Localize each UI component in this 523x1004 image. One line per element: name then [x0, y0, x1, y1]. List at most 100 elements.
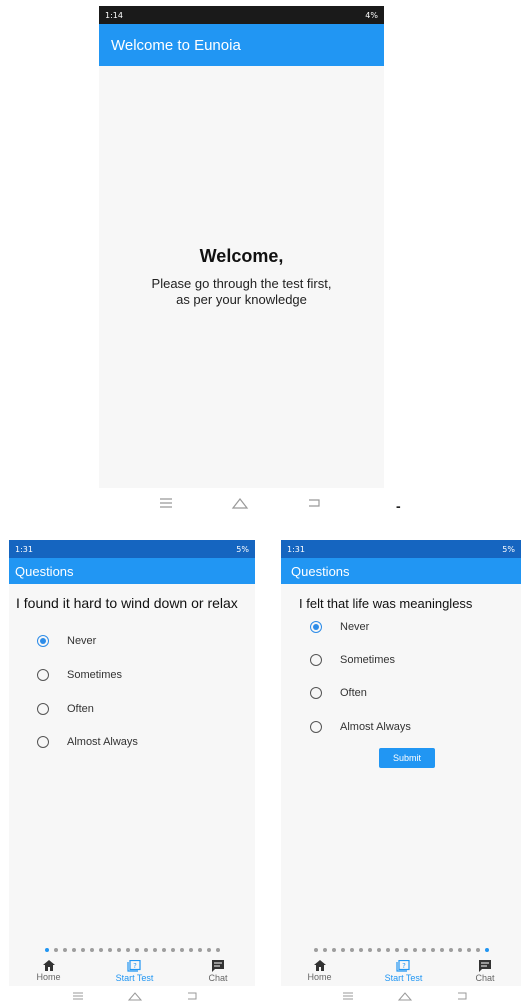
chat-icon — [478, 959, 491, 972]
status-time: 1:31 — [287, 544, 305, 554]
welcome-heading: Welcome, — [199, 246, 284, 266]
question-text: I found it hard to wind down or relax — [16, 595, 238, 611]
status-bar: 1:14 4% — [99, 6, 384, 24]
tab-chat[interactable]: Chat — [208, 959, 227, 983]
home-nav-icon[interactable] — [397, 991, 413, 1001]
home-icon — [313, 960, 326, 971]
option-never[interactable]: Never — [310, 621, 369, 633]
option-often[interactable]: Often — [310, 687, 367, 699]
back-icon[interactable] — [307, 498, 321, 508]
battery-level: 5% — [502, 544, 515, 554]
page-dot — [313, 948, 318, 952]
system-nav-bar — [320, 988, 490, 1004]
question-screen-1: 1:31 5% Questions I found it hard to win… — [9, 540, 255, 986]
option-label: Almost Always — [340, 721, 411, 733]
bottom-tab-bar: Home ? Start Test Chat — [281, 956, 521, 986]
tab-start-test[interactable]: ? Start Test — [384, 959, 423, 983]
app-title: Welcome to Eunoia — [111, 36, 241, 54]
back-icon[interactable] — [456, 992, 468, 1000]
option-almost-always[interactable]: Almost Always — [310, 721, 411, 733]
question-text: I felt that life was meaningless — [299, 596, 473, 611]
tab-label: Start Test — [384, 972, 423, 983]
tab-start-test[interactable]: ? Start Test — [115, 959, 154, 983]
tab-chat[interactable]: Chat — [475, 959, 494, 983]
page-dot — [457, 948, 462, 952]
option-label: Never — [340, 621, 370, 633]
page-dot — [430, 948, 435, 952]
app-title: Questions — [291, 563, 350, 579]
radio-never[interactable] — [37, 635, 49, 647]
page-dot — [376, 948, 381, 952]
radio-almost-always[interactable] — [310, 721, 322, 733]
radio-often[interactable] — [310, 687, 322, 699]
menu-icon[interactable] — [72, 992, 84, 1000]
option-almost-always[interactable]: Almost Always — [37, 736, 138, 748]
page-dot — [116, 948, 121, 952]
option-sometimes[interactable]: Sometimes — [37, 669, 122, 681]
option-label: Sometimes — [67, 669, 123, 681]
welcome-screen: 1:14 4% Welcome to Eunoia Welcome, Pleas… — [99, 6, 384, 488]
page-dot — [349, 948, 354, 952]
page-dot — [152, 948, 157, 952]
page-dot — [170, 948, 175, 952]
radio-almost-always[interactable] — [37, 736, 49, 748]
page-dot — [394, 948, 399, 952]
page-dot — [439, 948, 444, 952]
page-dot — [403, 948, 408, 952]
svg-text:?: ? — [403, 962, 407, 970]
system-nav-bar — [130, 492, 350, 514]
back-icon[interactable] — [186, 992, 198, 1000]
page-dot — [412, 948, 417, 952]
page-dot — [358, 948, 363, 952]
tab-label: Start Test — [115, 972, 154, 983]
submit-button[interactable]: Submit — [379, 748, 435, 768]
status-time: 1:14 — [105, 10, 123, 20]
tab-label: Home — [36, 972, 61, 982]
home-nav-icon[interactable] — [231, 497, 249, 509]
option-label: Never — [67, 635, 97, 647]
page-dot — [448, 948, 453, 952]
page-dot — [125, 948, 130, 952]
page-dot — [385, 948, 390, 952]
menu-icon[interactable] — [342, 992, 354, 1000]
menu-icon[interactable] — [159, 498, 173, 508]
page-dot — [89, 948, 94, 952]
option-label: Often — [340, 687, 367, 699]
radio-sometimes[interactable] — [37, 669, 49, 681]
tab-home[interactable]: Home — [308, 960, 332, 982]
radio-sometimes[interactable] — [310, 654, 322, 666]
page-dot — [188, 948, 193, 952]
page-dot — [62, 948, 67, 952]
page-dot — [179, 948, 184, 952]
page-dot — [197, 948, 202, 952]
svg-text:?: ? — [134, 962, 138, 970]
chat-icon — [211, 959, 224, 972]
bottom-tab-bar: Home ? Start Test Chat — [9, 956, 255, 986]
quiz-icon: ? — [396, 959, 411, 972]
status-time: 1:31 — [15, 544, 33, 554]
welcome-message-line-1: Please go through the test first, — [151, 276, 332, 291]
option-sometimes[interactable]: Sometimes — [310, 654, 395, 666]
page-dot — [215, 948, 220, 952]
page-dot — [53, 948, 58, 952]
home-nav-icon[interactable] — [127, 991, 143, 1001]
radio-often[interactable] — [37, 703, 49, 715]
page-dot — [44, 948, 49, 952]
radio-never[interactable] — [310, 621, 322, 633]
option-label: Sometimes — [340, 654, 396, 666]
system-nav-bar — [50, 988, 220, 1004]
page-dot — [331, 948, 336, 952]
separator-dash: - — [396, 498, 401, 514]
option-label: Often — [67, 703, 94, 715]
app-bar: Questions — [9, 558, 255, 584]
option-often[interactable]: Often — [37, 703, 94, 715]
page-dot — [466, 948, 471, 952]
page-dot — [161, 948, 166, 952]
page-dot — [143, 948, 148, 952]
option-never[interactable]: Never — [37, 635, 96, 647]
page-indicator — [281, 948, 521, 952]
page-dot — [322, 948, 327, 952]
tab-label: Home — [307, 972, 332, 982]
option-label: Almost Always — [67, 736, 138, 748]
tab-home[interactable]: Home — [37, 960, 61, 982]
